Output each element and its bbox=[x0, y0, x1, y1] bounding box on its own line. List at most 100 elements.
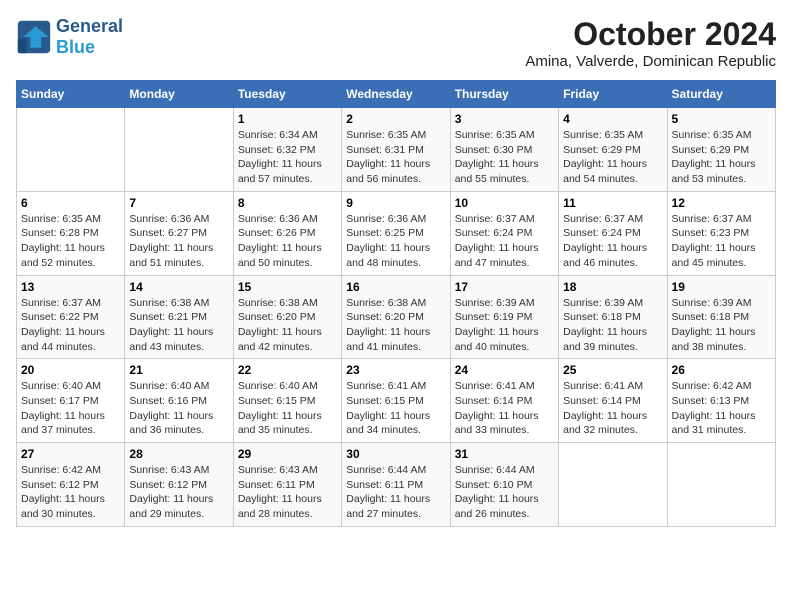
day-detail: Sunrise: 6:42 AMSunset: 6:13 PMDaylight:… bbox=[672, 379, 771, 438]
day-detail: Sunrise: 6:37 AMSunset: 6:24 PMDaylight:… bbox=[563, 212, 662, 271]
day-detail: Sunrise: 6:39 AMSunset: 6:18 PMDaylight:… bbox=[672, 296, 771, 355]
day-number: 21 bbox=[129, 363, 228, 377]
day-cell: 26 Sunrise: 6:42 AMSunset: 6:13 PMDayligh… bbox=[667, 359, 775, 443]
week-row-1: 1 Sunrise: 6:34 AMSunset: 6:32 PMDaylight… bbox=[17, 108, 776, 192]
day-detail: Sunrise: 6:44 AMSunset: 6:11 PMDaylight:… bbox=[346, 463, 445, 522]
day-cell: 17Sunrise: 6:39 AMSunset: 6:19 PMDayligh… bbox=[450, 275, 558, 359]
day-cell: 25 Sunrise: 6:41 AMSunset: 6:14 PMDayligh… bbox=[559, 359, 667, 443]
day-cell: 19Sunrise: 6:39 AMSunset: 6:18 PMDayligh… bbox=[667, 275, 775, 359]
logo-text: General Blue bbox=[56, 16, 123, 58]
logo-icon bbox=[16, 19, 52, 55]
day-detail: Sunrise: 6:36 AMSunset: 6:27 PMDaylight:… bbox=[129, 212, 228, 271]
logo-blue: Blue bbox=[56, 37, 95, 57]
day-detail: Sunrise: 6:35 AMSunset: 6:29 PMDaylight:… bbox=[563, 128, 662, 187]
day-number: 24 bbox=[455, 363, 554, 377]
day-detail: Sunrise: 6:43 AMSunset: 6:11 PMDaylight:… bbox=[238, 463, 337, 522]
calendar-body: 1 Sunrise: 6:34 AMSunset: 6:32 PMDaylight… bbox=[17, 108, 776, 527]
day-detail: Sunrise: 6:41 AMSunset: 6:14 PMDaylight:… bbox=[563, 379, 662, 438]
day-cell: 22Sunrise: 6:40 AMSunset: 6:15 PMDayligh… bbox=[233, 359, 341, 443]
header-day-saturday: Saturday bbox=[667, 81, 775, 108]
calendar-header: SundayMondayTuesdayWednesdayThursdayFrid… bbox=[17, 81, 776, 108]
day-cell: 3Sunrise: 6:35 AMSunset: 6:30 PMDaylight… bbox=[450, 108, 558, 192]
logo-general: General bbox=[56, 16, 123, 36]
day-cell: 2 Sunrise: 6:35 AMSunset: 6:31 PMDaylight… bbox=[342, 108, 450, 192]
day-detail: Sunrise: 6:36 AMSunset: 6:25 PMDaylight:… bbox=[346, 212, 445, 271]
day-detail: Sunrise: 6:37 AMSunset: 6:22 PMDaylight:… bbox=[21, 296, 120, 355]
day-detail: Sunrise: 6:39 AMSunset: 6:19 PMDaylight:… bbox=[455, 296, 554, 355]
day-number: 28 bbox=[129, 447, 228, 461]
day-cell: 1 Sunrise: 6:34 AMSunset: 6:32 PMDaylight… bbox=[233, 108, 341, 192]
day-number: 14 bbox=[129, 280, 228, 294]
day-number: 23 bbox=[346, 363, 445, 377]
day-detail: Sunrise: 6:41 AMSunset: 6:15 PMDaylight:… bbox=[346, 379, 445, 438]
day-number: 1 bbox=[238, 112, 337, 126]
day-detail: Sunrise: 6:38 AMSunset: 6:20 PMDaylight:… bbox=[238, 296, 337, 355]
day-cell: 12Sunrise: 6:37 AMSunset: 6:23 PMDayligh… bbox=[667, 191, 775, 275]
day-number: 9 bbox=[346, 196, 445, 210]
logo: General Blue bbox=[16, 16, 123, 58]
day-number: 27 bbox=[21, 447, 120, 461]
day-cell: 11 Sunrise: 6:37 AMSunset: 6:24 PMDayligh… bbox=[559, 191, 667, 275]
page-header: General Blue October 2024 Amina, Valverd… bbox=[16, 16, 776, 70]
day-cell: 7 Sunrise: 6:36 AMSunset: 6:27 PMDaylight… bbox=[125, 191, 233, 275]
day-detail: Sunrise: 6:36 AMSunset: 6:26 PMDaylight:… bbox=[238, 212, 337, 271]
day-detail: Sunrise: 6:43 AMSunset: 6:12 PMDaylight:… bbox=[129, 463, 228, 522]
day-detail: Sunrise: 6:42 AMSunset: 6:12 PMDaylight:… bbox=[21, 463, 120, 522]
day-number: 13 bbox=[21, 280, 120, 294]
day-number: 25 bbox=[563, 363, 662, 377]
day-detail: Sunrise: 6:40 AMSunset: 6:15 PMDaylight:… bbox=[238, 379, 337, 438]
day-number: 11 bbox=[563, 196, 662, 210]
day-cell: 6Sunrise: 6:35 AMSunset: 6:28 PMDaylight… bbox=[17, 191, 125, 275]
day-number: 8 bbox=[238, 196, 337, 210]
day-number: 20 bbox=[21, 363, 120, 377]
day-cell: 20 Sunrise: 6:40 AMSunset: 6:17 PMDayligh… bbox=[17, 359, 125, 443]
day-detail: Sunrise: 6:35 AMSunset: 6:28 PMDaylight:… bbox=[21, 212, 120, 271]
header-day-sunday: Sunday bbox=[17, 81, 125, 108]
day-detail: Sunrise: 6:41 AMSunset: 6:14 PMDaylight:… bbox=[455, 379, 554, 438]
day-detail: Sunrise: 6:44 AMSunset: 6:10 PMDaylight:… bbox=[455, 463, 554, 522]
title-block: October 2024 Amina, Valverde, Dominican … bbox=[525, 16, 776, 70]
header-day-monday: Monday bbox=[125, 81, 233, 108]
day-cell: 8 Sunrise: 6:36 AMSunset: 6:26 PMDaylight… bbox=[233, 191, 341, 275]
day-number: 3 bbox=[455, 112, 554, 126]
day-detail: Sunrise: 6:40 AMSunset: 6:17 PMDaylight:… bbox=[21, 379, 120, 438]
day-number: 7 bbox=[129, 196, 228, 210]
day-cell: 23 Sunrise: 6:41 AMSunset: 6:15 PMDayligh… bbox=[342, 359, 450, 443]
day-cell: 28 Sunrise: 6:43 AMSunset: 6:12 PMDayligh… bbox=[125, 443, 233, 527]
day-detail: Sunrise: 6:38 AMSunset: 6:21 PMDaylight:… bbox=[129, 296, 228, 355]
day-cell: 29Sunrise: 6:43 AMSunset: 6:11 PMDayligh… bbox=[233, 443, 341, 527]
day-cell: 18Sunrise: 6:39 AMSunset: 6:18 PMDayligh… bbox=[559, 275, 667, 359]
week-row-3: 13 Sunrise: 6:37 AMSunset: 6:22 PMDayligh… bbox=[17, 275, 776, 359]
calendar-title: October 2024 bbox=[525, 16, 776, 53]
day-detail: Sunrise: 6:35 AMSunset: 6:31 PMDaylight:… bbox=[346, 128, 445, 187]
day-number: 30 bbox=[346, 447, 445, 461]
day-cell: 21 Sunrise: 6:40 AMSunset: 6:16 PMDayligh… bbox=[125, 359, 233, 443]
day-cell bbox=[667, 443, 775, 527]
day-detail: Sunrise: 6:35 AMSunset: 6:29 PMDaylight:… bbox=[672, 128, 771, 187]
day-cell: 9 Sunrise: 6:36 AMSunset: 6:25 PMDaylight… bbox=[342, 191, 450, 275]
day-cell: 14 Sunrise: 6:38 AMSunset: 6:21 PMDayligh… bbox=[125, 275, 233, 359]
day-detail: Sunrise: 6:37 AMSunset: 6:24 PMDaylight:… bbox=[455, 212, 554, 271]
day-number: 26 bbox=[672, 363, 771, 377]
day-cell: 30 Sunrise: 6:44 AMSunset: 6:11 PMDayligh… bbox=[342, 443, 450, 527]
day-cell: 24 Sunrise: 6:41 AMSunset: 6:14 PMDayligh… bbox=[450, 359, 558, 443]
week-row-4: 20 Sunrise: 6:40 AMSunset: 6:17 PMDayligh… bbox=[17, 359, 776, 443]
day-number: 15 bbox=[238, 280, 337, 294]
day-number: 2 bbox=[346, 112, 445, 126]
day-detail: Sunrise: 6:39 AMSunset: 6:18 PMDaylight:… bbox=[563, 296, 662, 355]
day-detail: Sunrise: 6:37 AMSunset: 6:23 PMDaylight:… bbox=[672, 212, 771, 271]
day-number: 4 bbox=[563, 112, 662, 126]
day-cell bbox=[125, 108, 233, 192]
day-detail: Sunrise: 6:38 AMSunset: 6:20 PMDaylight:… bbox=[346, 296, 445, 355]
day-detail: Sunrise: 6:40 AMSunset: 6:16 PMDaylight:… bbox=[129, 379, 228, 438]
header-row: SundayMondayTuesdayWednesdayThursdayFrid… bbox=[17, 81, 776, 108]
week-row-5: 27 Sunrise: 6:42 AMSunset: 6:12 PMDayligh… bbox=[17, 443, 776, 527]
day-cell: 10Sunrise: 6:37 AMSunset: 6:24 PMDayligh… bbox=[450, 191, 558, 275]
day-cell: 27 Sunrise: 6:42 AMSunset: 6:12 PMDayligh… bbox=[17, 443, 125, 527]
day-detail: Sunrise: 6:34 AMSunset: 6:32 PMDaylight:… bbox=[238, 128, 337, 187]
day-cell: 4 Sunrise: 6:35 AMSunset: 6:29 PMDaylight… bbox=[559, 108, 667, 192]
calendar-table: SundayMondayTuesdayWednesdayThursdayFrid… bbox=[16, 80, 776, 527]
header-day-tuesday: Tuesday bbox=[233, 81, 341, 108]
day-cell: 31Sunrise: 6:44 AMSunset: 6:10 PMDayligh… bbox=[450, 443, 558, 527]
day-cell: 5Sunrise: 6:35 AMSunset: 6:29 PMDaylight… bbox=[667, 108, 775, 192]
